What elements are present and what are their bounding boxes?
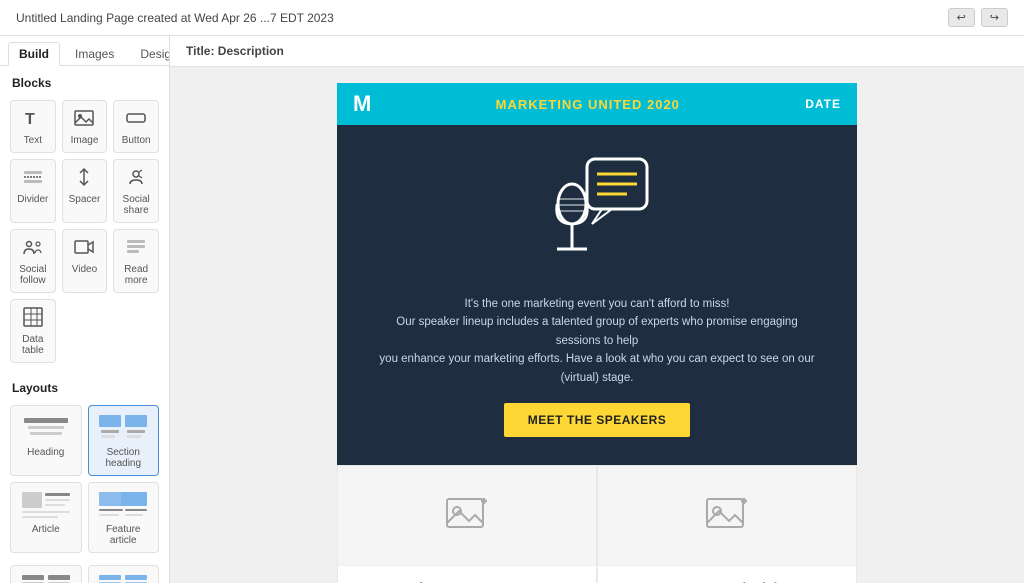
block-read-more[interactable]: Read more [113,229,159,293]
title-value: Description [218,44,284,58]
block-social-follow-label: Social follow [15,264,51,286]
card-2-image [598,466,856,566]
hero-image-area [337,125,857,295]
block-text-label: Text [24,135,42,146]
layouts-title: Layouts [0,371,169,401]
feature-article-preview [97,489,149,521]
layout-section-heading[interactable]: Section heading [88,405,160,476]
article-preview [20,489,72,521]
block-social-follow[interactable]: Social follow [10,229,56,293]
block-video[interactable]: Video [62,229,108,293]
top-bar-actions: ↩ ↪ [948,8,1008,27]
heading-preview [20,412,72,444]
add-image-icon-2 [703,491,751,539]
tab-design[interactable]: Design [129,42,170,65]
block-data-table-label: Data table [15,334,51,356]
video-icon [73,236,95,261]
block-image[interactable]: Image [62,100,108,153]
page-title: Untitled Landing Page created at Wed Apr… [16,11,334,25]
layout-feature-article[interactable]: Feature article [88,482,160,553]
blocks-grid: T Text Image Button [0,96,169,371]
tab-images[interactable]: Images [64,42,125,65]
extra-1-preview [20,572,72,583]
title-bar: Title: Description [170,36,1024,67]
block-read-more-label: Read more [118,264,154,286]
meet-speakers-button[interactable]: MEET THE SPEAKERS [504,403,691,437]
hero-illustration [532,149,662,279]
layout-article-label: Article [32,524,60,535]
social-share-icon [125,166,147,191]
title-label: Title: [186,44,214,58]
blocks-title: Blocks [0,66,169,96]
hero-cta: MEET THE SPEAKERS [337,403,857,465]
extra-2-preview [97,572,149,583]
page-canvas: M MARKETING UNITED 2020 DATE [337,83,857,583]
tab-build[interactable]: Build [8,42,60,66]
layout-extra-1[interactable]: ─ ⊞ [10,565,82,583]
text-icon: T [22,107,44,132]
social-follow-icon [22,236,44,261]
block-spacer-label: Spacer [69,194,101,205]
layout-heading[interactable]: Heading [10,405,82,476]
block-button[interactable]: Button [113,100,159,153]
button-icon [125,107,147,132]
top-bar: Untitled Landing Page created at Wed Apr… [0,0,1024,36]
card-program-schedule: Program Schedule Browse the schedule to … [597,465,857,583]
main-layout: Build Images Design Blocks T Text Image [0,36,1024,583]
layout-article[interactable]: Article [10,482,82,553]
layout-extra-2[interactable]: ⊞ ─ [88,565,160,583]
card-choose-pass: Choose Your Pass Get an All-Access Pass … [337,465,597,583]
read-more-icon [125,236,147,261]
undo-button[interactable]: ↩ [948,8,975,27]
data-table-icon [22,306,44,331]
mu-header-text: MARKETING UNITED 2020 [496,97,680,112]
layout-feature-article-label: Feature article [93,524,155,546]
block-divider[interactable]: Divider [10,159,56,223]
block-social-share-label: Social share [118,194,154,216]
svg-text:T: T [25,111,35,128]
block-image-label: Image [71,135,99,146]
block-button-label: Button [122,135,151,146]
redo-button[interactable]: ↪ [981,8,1008,27]
block-data-table[interactable]: Data table [10,299,56,363]
card-1-content: Choose Your Pass Get an All-Access Pass … [338,566,596,583]
mu-logo: M [353,91,370,117]
mu-date: DATE [805,97,841,111]
hero-header: M MARKETING UNITED 2020 DATE [337,83,857,125]
card-1-image [338,466,596,566]
block-social-share[interactable]: Social share [113,159,159,223]
add-image-icon-1 [443,491,491,539]
spacer-icon [73,166,95,191]
tab-row: Build Images Design [0,36,169,66]
divider-icon [22,166,44,191]
section-heading-preview [97,412,149,444]
hero-block: M MARKETING UNITED 2020 DATE [337,83,857,465]
card-2-content: Program Schedule Browse the schedule to … [598,566,856,583]
content-area: Title: Description M MARKETING UNITED 20… [170,36,1024,583]
block-divider-label: Divider [17,194,48,205]
image-icon [73,107,95,132]
layout-section-heading-label: Section heading [93,447,155,469]
block-text[interactable]: T Text [10,100,56,153]
block-spacer[interactable]: Spacer [62,159,108,223]
layouts-grid-2: ─ ⊞ ⊞ ─ [0,561,169,583]
cards-row: Choose Your Pass Get an All-Access Pass … [337,465,857,583]
hero-body: It's the one marketing event you can't a… [337,295,857,403]
layouts-grid: Heading Section heading [0,401,169,561]
sidebar: Build Images Design Blocks T Text Image [0,36,170,583]
block-video-label: Video [72,264,97,275]
layout-heading-label: Heading [27,447,64,458]
